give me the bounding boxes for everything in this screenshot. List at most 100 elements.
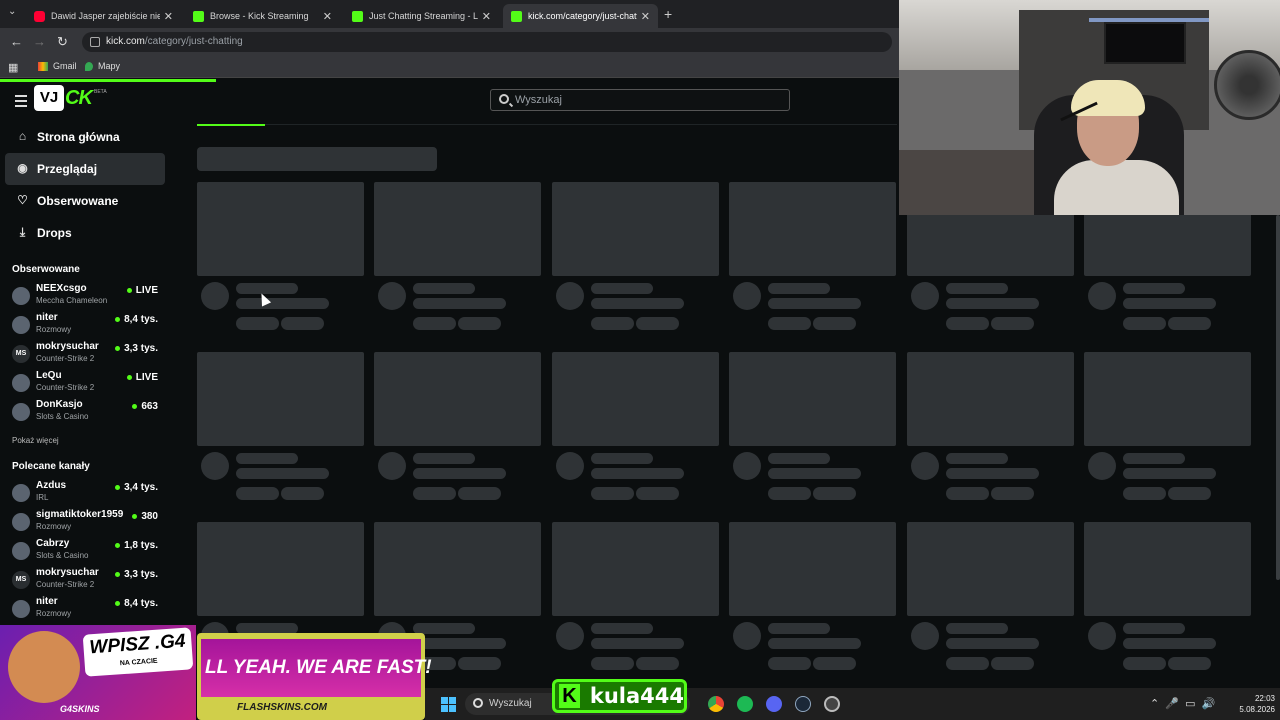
channel-row[interactable]: Cabrzy Slots & Casino 1,8 tys. bbox=[12, 538, 162, 566]
browser-tab-2[interactable]: Browse - Kick Streaming ✕ bbox=[185, 4, 340, 28]
thumbnail-placeholder bbox=[197, 522, 364, 616]
chrome-icon[interactable] bbox=[708, 696, 724, 712]
browse-icon: ◉ bbox=[17, 161, 28, 175]
subtitle-placeholder bbox=[413, 468, 507, 479]
live-dot-icon bbox=[115, 600, 121, 606]
app-icon[interactable] bbox=[824, 696, 840, 712]
tab-search-chevron-icon[interactable]: ⌄ bbox=[8, 6, 16, 17]
logo-vj: VJ bbox=[34, 85, 64, 111]
nav-label: Obserwowane bbox=[37, 194, 119, 208]
channel-category: Rozmowy bbox=[36, 325, 72, 334]
title-placeholder bbox=[236, 283, 298, 294]
thumbnail-placeholder bbox=[374, 522, 542, 616]
browser-tab-bar: ⌄ Dawid Jasper zajebiście niesam ✕ Brows… bbox=[0, 0, 900, 28]
channel-name: Azdus bbox=[36, 480, 66, 491]
bookmark-maps[interactable]: Mapy bbox=[85, 61, 120, 71]
title-placeholder bbox=[413, 283, 476, 294]
thumbnail-placeholder bbox=[906, 522, 1074, 616]
kick-logo[interactable]: VJ CK BETA bbox=[34, 85, 107, 113]
logo-ck: CK bbox=[65, 87, 93, 109]
subtitle-placeholder bbox=[768, 638, 862, 649]
cam-fan bbox=[1214, 50, 1280, 120]
channel-viewers: 380 bbox=[132, 511, 158, 522]
subtitle-placeholder bbox=[768, 468, 862, 479]
thumbnail-placeholder bbox=[551, 352, 719, 446]
close-tab-icon[interactable]: ✕ bbox=[323, 10, 332, 23]
heart-icon: ♡ bbox=[17, 193, 28, 207]
maps-pin-icon bbox=[85, 61, 93, 71]
search-icon bbox=[473, 698, 483, 708]
kick-icon bbox=[193, 10, 204, 22]
tag-placeholder bbox=[236, 487, 279, 500]
channel-row[interactable]: LeQu Counter-Strike 2 LIVE bbox=[12, 370, 162, 398]
url-path: /category/just-chatting bbox=[144, 36, 243, 47]
channel-avatar bbox=[12, 513, 30, 531]
taskbar-clock[interactable]: 22:03 5.08.2026 bbox=[1215, 693, 1275, 715]
bookmark-gmail[interactable]: Gmail bbox=[38, 61, 77, 71]
windows-start-icon[interactable] bbox=[441, 697, 456, 712]
thumbnail-placeholder bbox=[1084, 522, 1251, 616]
tag-placeholder bbox=[1168, 317, 1211, 330]
channel-row[interactable]: NEEXcsgo Meccha Chameleon LIVE bbox=[12, 283, 162, 311]
page-scrollbar[interactable] bbox=[1276, 215, 1280, 580]
channel-row[interactable]: niter Rozmowy 8,4 tys. bbox=[12, 312, 162, 340]
discord-icon[interactable] bbox=[766, 696, 782, 712]
title-placeholder bbox=[945, 283, 1008, 294]
thumbnail-placeholder bbox=[197, 352, 364, 446]
site-info-icon[interactable] bbox=[90, 37, 100, 47]
tag-placeholder bbox=[990, 487, 1034, 500]
back-arrow-icon[interactable]: ← bbox=[10, 34, 23, 49]
channel-avatar: MS bbox=[12, 345, 30, 363]
nav-home[interactable]: ⌂ Strona główna bbox=[5, 121, 165, 153]
new-tab-icon[interactable]: + bbox=[664, 6, 672, 22]
close-tab-icon[interactable]: ✕ bbox=[164, 10, 173, 23]
apps-grid-icon[interactable]: ▦ bbox=[8, 61, 18, 74]
thumbnail-placeholder bbox=[374, 352, 542, 446]
channel-avatar bbox=[12, 374, 30, 392]
url-field[interactable]: kick.com/category/just-chatting bbox=[82, 32, 892, 52]
hamburger-menu-icon[interactable] bbox=[15, 95, 27, 110]
address-bar-row: ← → ↻ kick.com/category/just-chatting bbox=[0, 28, 900, 56]
thumbnail-placeholder bbox=[374, 182, 542, 276]
channel-viewers: 1,8 tys. bbox=[115, 540, 158, 551]
close-tab-icon[interactable]: ✕ bbox=[641, 10, 650, 23]
stream-card-skeleton bbox=[729, 522, 897, 682]
show-more-link[interactable]: Pokaż więcej bbox=[12, 436, 59, 445]
reload-icon[interactable]: ↻ bbox=[57, 34, 68, 50]
search-input[interactable]: Wyszukaj bbox=[490, 89, 790, 111]
flashskins-slogan: LL YEAH. WE ARE FAST! bbox=[205, 657, 432, 678]
close-tab-icon[interactable]: ✕ bbox=[482, 10, 491, 23]
channel-row[interactable]: MS mokrysuchar Counter-Strike 2 3,3 tys. bbox=[12, 567, 162, 595]
channel-row[interactable]: MS mokrysuchar Counter-Strike 2 3,3 tys. bbox=[12, 341, 162, 369]
channel-category: Counter-Strike 2 bbox=[36, 354, 95, 363]
channel-category: Counter-Strike 2 bbox=[36, 383, 95, 392]
channel-row[interactable]: Azdus IRL 3,4 tys. bbox=[12, 480, 162, 508]
nav-drops[interactable]: ⤓ Drops bbox=[5, 217, 165, 249]
cam-streamer-body bbox=[1054, 160, 1179, 215]
browser-tab-4-active[interactable]: kick.com/category/just-chatting ✕ bbox=[503, 4, 658, 28]
system-tray[interactable]: ⌃ 🎤 ▭ 🔊 bbox=[1150, 697, 1215, 710]
channel-row[interactable]: sigmatiktoker1959 Rozmowy 380 bbox=[12, 509, 162, 537]
title-placeholder bbox=[590, 623, 653, 634]
spotify-icon[interactable] bbox=[737, 696, 753, 712]
stream-card-skeleton bbox=[551, 522, 719, 682]
channel-row[interactable]: DonKasjo Slots & Casino 663 bbox=[12, 399, 162, 427]
tag-placeholder bbox=[635, 317, 679, 330]
thumbnail-placeholder bbox=[1084, 352, 1251, 446]
stream-card-skeleton bbox=[1084, 352, 1251, 512]
steam-icon[interactable] bbox=[795, 696, 811, 712]
forward-arrow-icon[interactable]: → bbox=[33, 34, 46, 49]
browser-tab-3[interactable]: Just Chatting Streaming - Live ✕ bbox=[344, 4, 499, 28]
channel-row[interactable]: niter Rozmowy 8,4 tys. bbox=[12, 596, 162, 624]
tag-placeholder bbox=[1123, 317, 1166, 330]
channel-category: IRL bbox=[36, 493, 49, 502]
subtitle-placeholder bbox=[945, 298, 1039, 309]
tag-placeholder bbox=[1168, 487, 1211, 500]
channel-name: sigmatiktoker1959 bbox=[36, 509, 124, 520]
nav-browse[interactable]: ◉ Przeglądaj bbox=[5, 153, 165, 185]
browser-tab-1[interactable]: Dawid Jasper zajebiście niesam ✕ bbox=[26, 4, 181, 28]
avatar-placeholder bbox=[378, 282, 407, 310]
nav-following[interactable]: ♡ Obserwowane bbox=[5, 185, 165, 217]
tag-placeholder bbox=[281, 487, 324, 500]
live-dot-icon bbox=[115, 316, 121, 322]
